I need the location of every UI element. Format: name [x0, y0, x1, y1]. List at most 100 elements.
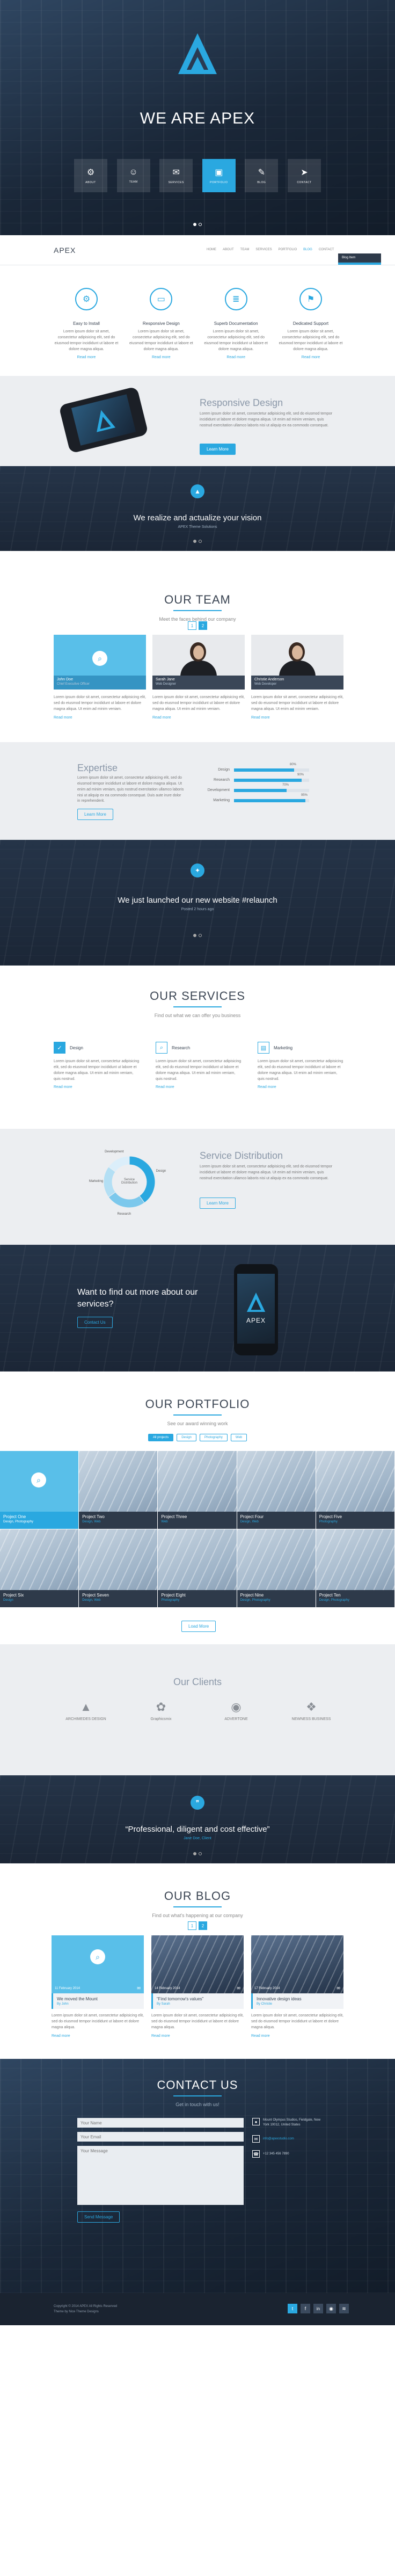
read-more-link[interactable]: Read more [203, 355, 269, 359]
twitter-icon[interactable]: t [288, 2304, 297, 2313]
blog-post-title[interactable]: We moved the Mount [57, 1997, 140, 2001]
hero-menu-services[interactable]: ✉ SERVICES [159, 159, 193, 192]
service-title: Design [70, 1045, 83, 1050]
read-more-link[interactable]: Read more [54, 1085, 140, 1089]
hero-slider-dots[interactable] [0, 219, 395, 229]
responsive-button[interactable]: Learn More [200, 444, 236, 455]
portfolio-item[interactable]: Project Nine Design, Photography [237, 1529, 316, 1607]
nav-item-home[interactable]: HOME [207, 248, 216, 251]
cta-button[interactable]: Contact Us [77, 1317, 113, 1328]
contact-title-text: CONTACT US [157, 2078, 238, 2092]
dribbble-icon[interactable]: ◉ [326, 2304, 336, 2313]
page-button[interactable]: 2 [199, 1921, 207, 1930]
contact-email[interactable]: info@apexstudio.com [263, 2137, 294, 2140]
project-name: Project Seven [82, 1593, 109, 1598]
read-more-link[interactable]: Read more [54, 355, 119, 359]
expertise-button[interactable]: Learn More [77, 809, 113, 820]
read-more-link[interactable]: Read more [54, 716, 146, 720]
client-logo[interactable]: ✿ Graphicsmix [129, 1700, 193, 1721]
vision-dots[interactable] [0, 536, 395, 546]
read-more-link[interactable]: Read more [251, 2034, 343, 2038]
filter-button[interactable]: Design [177, 1434, 196, 1441]
portfolio-item[interactable]: Project Three Web [158, 1451, 237, 1529]
name-field[interactable] [77, 2118, 244, 2128]
read-more-link[interactable]: Read more [128, 355, 194, 359]
nav-item-contact[interactable]: CONTACT [319, 248, 334, 251]
testimonial-text: “Professional, diligent and cost effecti… [125, 1825, 270, 1834]
hero-menu-contact[interactable]: ➤ CONTACT [287, 159, 321, 192]
vision-text: We realize and actualize your vision [133, 513, 262, 523]
search-icon[interactable]: ⌕ [90, 1949, 105, 1964]
client-name: ADVERTONE [224, 1717, 248, 1721]
hero-menu-portfolio[interactable]: ▣ PORTFOLIO [202, 159, 236, 192]
slider-dot[interactable] [199, 934, 202, 937]
hero-menu-about[interactable]: ⚙ ABOUT [74, 159, 107, 192]
read-more-link[interactable]: Read more [258, 1085, 343, 1089]
client-logo[interactable]: ◉ ADVERTONE [204, 1700, 268, 1721]
search-icon[interactable]: ⌕ [31, 1472, 46, 1487]
portfolio-item[interactable]: ⌕ Project One Design, Photography [0, 1451, 79, 1529]
page-button[interactable]: 2 [199, 621, 207, 630]
facebook-icon[interactable]: f [301, 2304, 310, 2313]
nav-logo[interactable]: APEX [54, 246, 76, 255]
nav-item-services[interactable]: SERVICES [255, 248, 272, 251]
blog-post-title[interactable]: Innovative design ideas [257, 1997, 340, 2001]
testimonial-dots[interactable] [0, 1848, 395, 1858]
rss-icon[interactable]: ≋ [339, 2304, 349, 2313]
slider-dot[interactable] [199, 1852, 202, 1855]
nav-item-about[interactable]: ABOUT [223, 248, 234, 251]
member-text: Lorem ipsum dolor sit amet, consectetur … [251, 695, 343, 711]
distribution-button[interactable]: Learn More [200, 1198, 236, 1209]
portfolio-section: OUR PORTFOLIO See our award winning work… [0, 1372, 395, 1644]
portfolio-item[interactable]: Project Five Photography [316, 1451, 394, 1529]
search-icon[interactable]: ⌕ [92, 651, 107, 666]
page-button[interactable]: 1 [188, 1921, 196, 1930]
send-button[interactable]: Send Message [77, 2211, 120, 2223]
blog-image[interactable]: 14 February 2014 ✉ [151, 1935, 244, 1993]
nav-item-blog[interactable]: BLOG [303, 248, 312, 251]
portfolio-filters: All projects Design Photography Web [0, 1434, 395, 1441]
nav-item-portfolio[interactable]: PORTFOLIO [279, 248, 297, 251]
portfolio-item[interactable]: Project Seven Design, Web [79, 1529, 158, 1607]
slider-dot[interactable] [193, 1852, 196, 1855]
client-logo[interactable]: ▲ ARCHIMEDES DESIGN [54, 1700, 118, 1721]
message-field[interactable] [77, 2146, 244, 2205]
portfolio-item[interactable]: Project Six Design [0, 1529, 79, 1607]
portfolio-item[interactable]: Project Ten Design, Photography [316, 1529, 394, 1607]
dropdown-item[interactable]: Blog Item [338, 253, 381, 263]
hero-menu-blog[interactable]: ✎ BLOG [245, 159, 279, 192]
blog-date: 17 February 2014 [254, 1987, 280, 1990]
hero-menu-team[interactable]: ☺ TEAM [116, 159, 150, 192]
services-title-text: OUR SERVICES [150, 989, 245, 1003]
contact-address: Mount Olympus Studios, Fieldgate, New Yo… [263, 2118, 321, 2127]
blog-image[interactable]: 17 February 2014 ✉ [251, 1935, 343, 1993]
slider-dot[interactable] [199, 223, 202, 226]
read-more-link[interactable]: Read more [151, 2034, 244, 2038]
filter-button[interactable]: Photography [199, 1434, 228, 1441]
client-logo[interactable]: ❖ NEWNESS BUSINESS [279, 1700, 343, 1721]
blog-title-text: OUR BLOG [164, 1889, 231, 1903]
linkedin-icon[interactable]: in [313, 2304, 323, 2313]
tweet-dots[interactable] [0, 930, 395, 940]
portfolio-item[interactable]: Project Four Design, Web [237, 1451, 316, 1529]
portfolio-item[interactable]: Project Two Design, Web [79, 1451, 158, 1529]
page-button[interactable]: 1 [188, 621, 196, 630]
filter-button[interactable]: Web [230, 1434, 247, 1441]
portfolio-item[interactable]: Project Eight Photography [158, 1529, 237, 1607]
read-more-link[interactable]: Read more [251, 716, 343, 720]
service-title: Research [172, 1045, 191, 1050]
blog-image[interactable]: ⌕ 11 February 2014 ✉ [52, 1935, 144, 1993]
slider-dot[interactable] [193, 934, 196, 937]
slider-dot[interactable] [199, 540, 202, 543]
read-more-link[interactable]: Read more [156, 1085, 242, 1089]
read-more-link[interactable]: Read more [278, 355, 343, 359]
slider-dot[interactable] [193, 540, 196, 543]
filter-button[interactable]: All projects [148, 1434, 174, 1441]
slider-dot[interactable] [193, 223, 196, 226]
nav-item-team[interactable]: TEAM [240, 248, 250, 251]
email-field[interactable] [77, 2132, 244, 2142]
blog-post-title[interactable]: “Find tomorrow's values” [157, 1997, 240, 2001]
load-more-button[interactable]: Load More [181, 1621, 216, 1632]
read-more-link[interactable]: Read more [52, 2034, 144, 2038]
read-more-link[interactable]: Read more [152, 716, 245, 720]
